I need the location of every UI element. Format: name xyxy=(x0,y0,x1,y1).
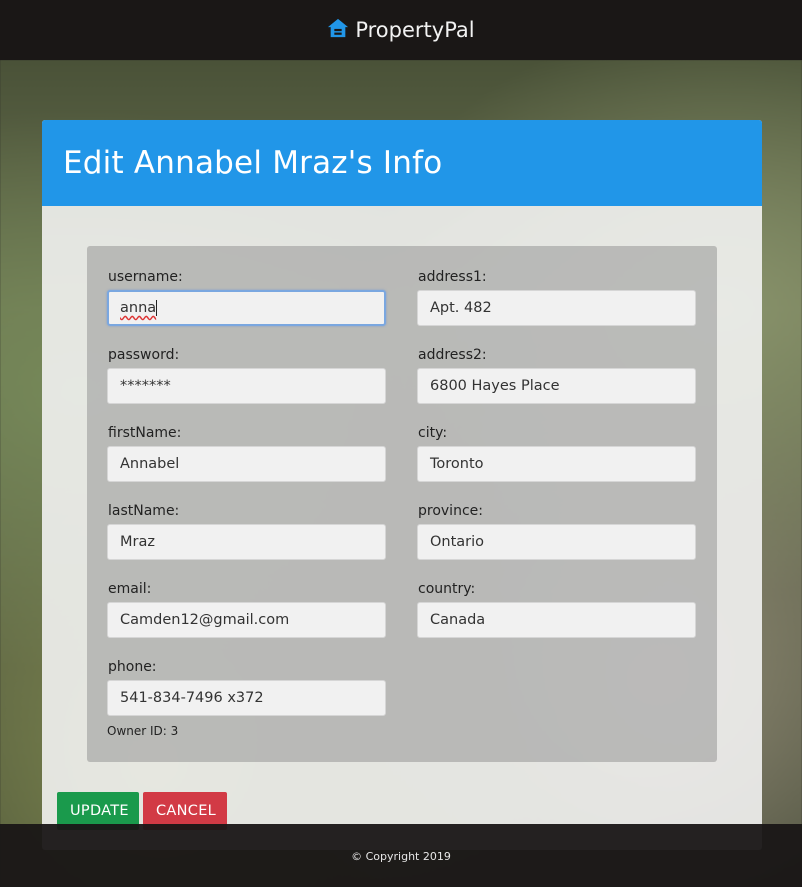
footer: © Copyright 2019 xyxy=(0,824,802,887)
phone-label: phone: xyxy=(108,659,157,675)
card-header: Edit Annabel Mraz's Info xyxy=(42,120,762,206)
address2-input[interactable]: 6800 Hayes Place xyxy=(417,368,696,404)
page-title: Edit Annabel Mraz's Info xyxy=(63,145,443,181)
email-label: email: xyxy=(108,581,152,597)
city-input[interactable]: Toronto xyxy=(417,446,696,482)
address1-input[interactable]: Apt. 482 xyxy=(417,290,696,326)
phone-field-group: phone: 541-834-7496 x372 xyxy=(107,656,387,716)
address2-field-group: address2: 6800 Hayes Place xyxy=(417,344,697,404)
country-field-group: country: Canada xyxy=(417,578,697,638)
username-field-group: username: anna xyxy=(107,266,387,326)
country-input[interactable]: Canada xyxy=(417,602,696,638)
lastname-label: lastName: xyxy=(108,503,180,519)
address2-label: address2: xyxy=(418,347,487,363)
address1-label: address1: xyxy=(418,269,487,285)
lastname-field-group: lastName: Mraz xyxy=(107,500,387,560)
username-label: username: xyxy=(108,269,183,285)
country-label: country: xyxy=(418,581,476,597)
owner-id-text: Owner ID: 3 xyxy=(107,724,179,738)
brand-name: PropertyPal xyxy=(355,18,475,42)
province-label: province: xyxy=(418,503,483,519)
top-navbar: PropertyPal xyxy=(0,0,802,60)
firstname-field-group: firstName: Annabel xyxy=(107,422,387,482)
province-input[interactable]: Ontario xyxy=(417,524,696,560)
lastname-input[interactable]: Mraz xyxy=(107,524,386,560)
phone-input[interactable]: 541-834-7496 x372 xyxy=(107,680,386,716)
email-field-group: email: Camden12@gmail.com xyxy=(107,578,387,638)
copyright-text: © Copyright 2019 xyxy=(351,850,451,863)
province-field-group: province: Ontario xyxy=(417,500,697,560)
password-input[interactable]: ******* xyxy=(107,368,386,404)
password-label: password: xyxy=(108,347,180,363)
owner-form: username: anna password: ******* firstNa… xyxy=(87,246,717,762)
city-label: city: xyxy=(418,425,448,441)
brand-logo[interactable]: PropertyPal xyxy=(327,17,475,44)
address1-field-group: address1: Apt. 482 xyxy=(417,266,697,326)
edit-owner-card: Edit Annabel Mraz's Info username: anna … xyxy=(42,120,762,850)
password-field-group: password: ******* xyxy=(107,344,387,404)
house-icon xyxy=(327,17,349,44)
email-input[interactable]: Camden12@gmail.com xyxy=(107,602,386,638)
username-input[interactable]: anna xyxy=(107,290,386,326)
firstname-input[interactable]: Annabel xyxy=(107,446,386,482)
text-cursor xyxy=(156,300,158,316)
firstname-label: firstName: xyxy=(108,425,182,441)
city-field-group: city: Toronto xyxy=(417,422,697,482)
